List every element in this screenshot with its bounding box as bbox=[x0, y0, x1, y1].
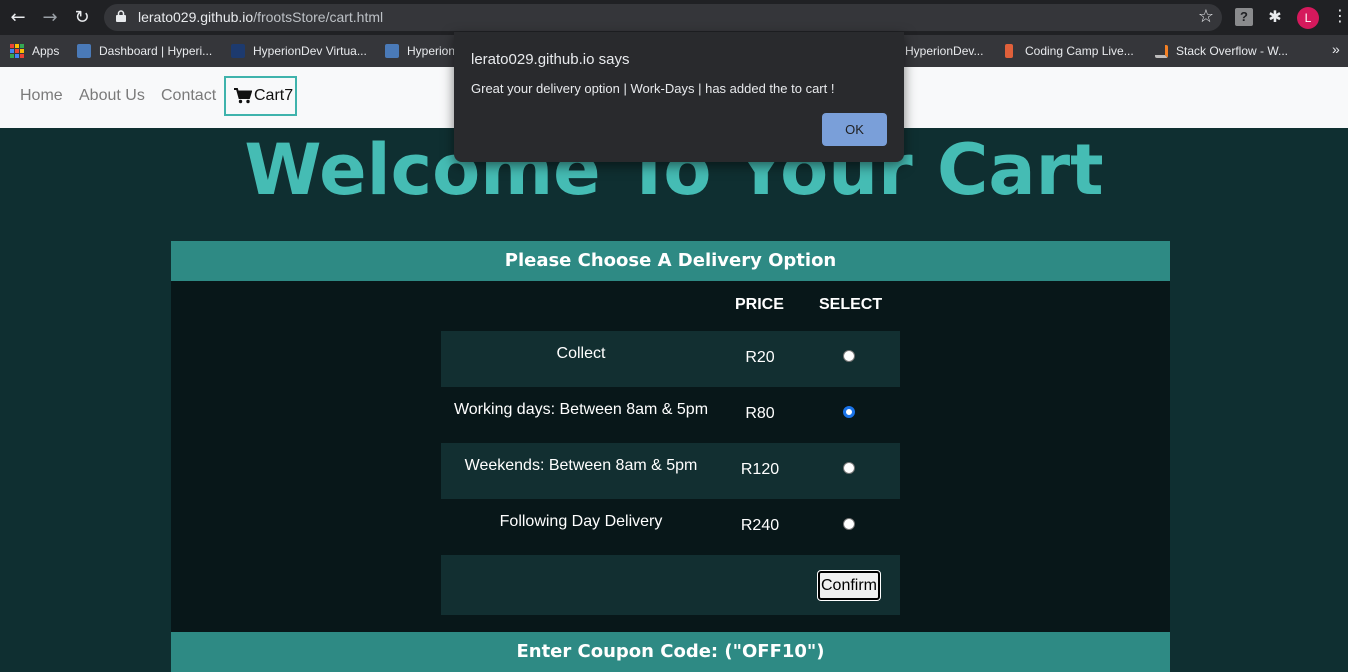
browser-menu-icon[interactable]: ⋮ bbox=[1332, 6, 1348, 25]
bookmark-label: Hyperion bbox=[407, 44, 456, 58]
back-arrow-icon[interactable]: ← bbox=[6, 6, 30, 30]
delivery-heading: Please Choose A Delivery Option bbox=[171, 241, 1170, 281]
bookmark-label: HyperionDev... bbox=[905, 44, 984, 58]
option-label: Collect bbox=[556, 345, 606, 362]
confirm-button[interactable]: Confirm bbox=[817, 570, 881, 601]
bookmark-hyperiondev[interactable]: HyperionDev... bbox=[905, 42, 983, 60]
cart-icon bbox=[234, 88, 252, 104]
stackoverflow-icon bbox=[1155, 44, 1168, 58]
confirm-row: Confirm bbox=[441, 555, 900, 615]
dialog-ok-button[interactable]: OK bbox=[822, 113, 887, 146]
alert-dialog: lerato029.github.io says Great your deli… bbox=[454, 32, 904, 162]
bookmark-label: Stack Overflow - W... bbox=[1176, 44, 1289, 58]
browser-toolbar: ← → ↻ lerato029.github.io/frootsStore/ca… bbox=[0, 0, 1348, 35]
delivery-option-row: Working days: Between 8am & 5pm R80 bbox=[441, 387, 900, 443]
option-price: R120 bbox=[740, 461, 780, 478]
coupon-heading: Enter Coupon Code: ("OFF10") bbox=[171, 632, 1170, 672]
delivery-option-row: Weekends: Between 8am & 5pm R120 bbox=[441, 443, 900, 499]
cart-button[interactable]: Cart7 bbox=[224, 76, 297, 116]
codingcamp-icon bbox=[1005, 44, 1013, 58]
option-radio-weekends[interactable] bbox=[843, 462, 855, 474]
bookmark-label: HyperionDev Virtua... bbox=[253, 44, 367, 58]
bookmark-stack-overflow[interactable]: Stack Overflow - W... bbox=[1155, 42, 1288, 60]
hyperion-dark-icon bbox=[231, 44, 245, 58]
option-label: Weekends: Between 8am & 5pm bbox=[464, 457, 698, 474]
option-price: R240 bbox=[740, 517, 780, 534]
bookmark-label: Coding Camp Live... bbox=[1025, 44, 1134, 58]
bookmark-dashboard[interactable]: Dashboard | Hyperi... bbox=[77, 42, 212, 60]
more-bookmarks-icon[interactable]: » bbox=[1332, 41, 1340, 57]
bookmark-apps[interactable]: Apps bbox=[10, 42, 59, 60]
option-price: R80 bbox=[745, 405, 775, 422]
dialog-title: lerato029.github.io says bbox=[471, 51, 630, 68]
option-radio-following-day[interactable] bbox=[843, 518, 855, 530]
url-path: /frootsStore/cart.html bbox=[253, 9, 384, 25]
delivery-option-row: Following Day Delivery R240 bbox=[441, 499, 900, 555]
dialog-message: Great your delivery option | Work-Days |… bbox=[471, 81, 835, 96]
nav-about-us[interactable]: About Us bbox=[79, 87, 145, 105]
address-bar[interactable]: lerato029.github.io/frootsStore/cart.htm… bbox=[104, 4, 1222, 31]
column-header-select: SELECT bbox=[819, 296, 883, 313]
bookmark-hyperion[interactable]: Hyperion bbox=[385, 42, 455, 60]
hyperion-icon bbox=[77, 44, 91, 58]
apps-grid-icon bbox=[10, 44, 24, 58]
cart-label: Cart7 bbox=[254, 87, 294, 104]
column-header-price: PRICE bbox=[735, 296, 784, 313]
option-label: Working days: Between 8am & 5pm bbox=[453, 401, 709, 418]
bookmark-hyperiondev-virtual[interactable]: HyperionDev Virtua... bbox=[231, 42, 367, 60]
help-extension-icon[interactable]: ? bbox=[1235, 8, 1253, 26]
bookmark-coding-camp[interactable]: Coding Camp Live... bbox=[1003, 42, 1134, 60]
url-text: lerato029.github.io/frootsStore/cart.htm… bbox=[138, 9, 383, 25]
lock-icon bbox=[116, 10, 126, 22]
nav-contact[interactable]: Contact bbox=[161, 87, 216, 105]
option-radio-working-days[interactable] bbox=[843, 406, 855, 418]
profile-avatar[interactable]: L bbox=[1297, 7, 1319, 29]
extensions-puzzle-icon[interactable]: ✱ bbox=[1266, 8, 1284, 26]
bookmark-label: Apps bbox=[32, 44, 60, 58]
url-host: lerato029.github.io bbox=[138, 9, 254, 25]
forward-arrow-icon[interactable]: → bbox=[38, 6, 62, 30]
option-price: R20 bbox=[745, 349, 775, 366]
option-radio-collect[interactable] bbox=[843, 350, 855, 362]
bookmark-label: Dashboard | Hyperi... bbox=[99, 44, 213, 58]
nav-home[interactable]: Home bbox=[20, 87, 63, 105]
option-label: Following Day Delivery bbox=[499, 513, 663, 530]
bookmark-star-icon[interactable]: ☆ bbox=[1198, 6, 1214, 27]
delivery-option-row: Collect R20 bbox=[441, 331, 900, 387]
hyperion-icon bbox=[385, 44, 399, 58]
reload-icon[interactable]: ↻ bbox=[70, 6, 94, 30]
